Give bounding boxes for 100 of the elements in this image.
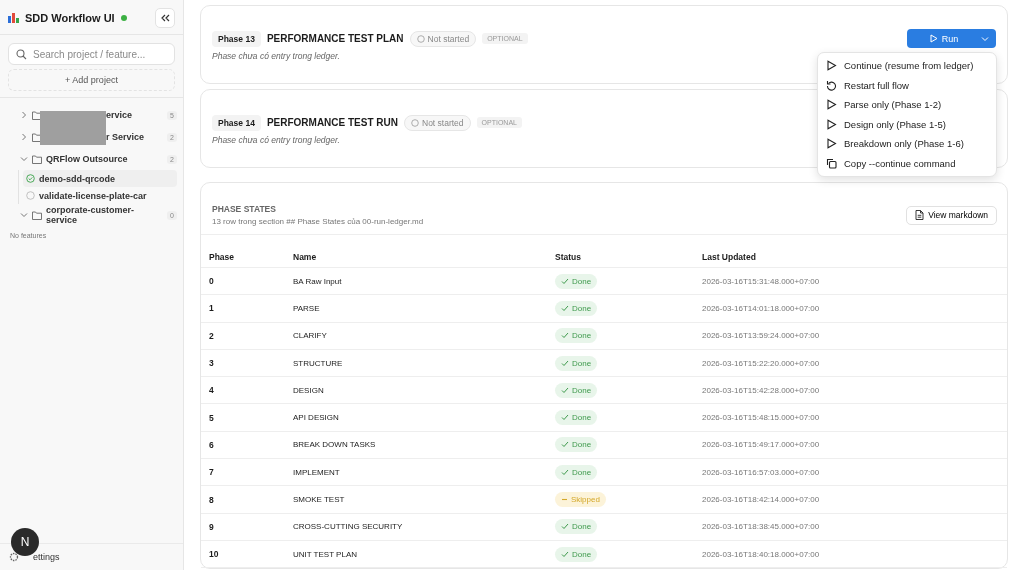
table-cell: UNIT TEST PLAN bbox=[285, 540, 547, 568]
project-name[interactable]: ervice bbox=[106, 110, 164, 120]
table-cell: 2026-03-16T18:42:14.000+07:00 bbox=[694, 485, 1007, 514]
search-field[interactable]: Search project / feature... bbox=[8, 43, 175, 65]
menu-item[interactable]: Copy --continue command bbox=[818, 153, 996, 173]
check-icon bbox=[561, 414, 569, 422]
redaction-block bbox=[40, 111, 106, 145]
table-cell: PARSE bbox=[285, 294, 547, 323]
feature-item[interactable]: demo-sdd-qrcode bbox=[23, 170, 177, 187]
folder-icon bbox=[32, 210, 42, 220]
menu-item[interactable]: Parse only (Phase 1-2) bbox=[818, 95, 996, 115]
table-cell: 2026-03-16T16:57:03.000+07:00 bbox=[694, 458, 1007, 486]
check-icon bbox=[561, 441, 569, 449]
status-text: Done bbox=[572, 385, 592, 395]
table-cell: 2026-03-16T18:38:45.000+07:00 bbox=[694, 513, 1007, 541]
chart-icon bbox=[8, 12, 19, 23]
status-text: Not started bbox=[427, 33, 470, 44]
status-text: Done bbox=[572, 549, 592, 559]
menu-item[interactable]: Design only (Phase 1-5) bbox=[818, 114, 996, 134]
play-icon bbox=[826, 138, 837, 150]
collapse-button[interactable] bbox=[155, 7, 175, 28]
folder-icon bbox=[32, 132, 42, 142]
status-text: Done bbox=[572, 522, 592, 532]
table-cell: IMPLEMENT bbox=[285, 458, 547, 486]
check-icon bbox=[561, 359, 569, 367]
check-icon bbox=[561, 523, 569, 531]
add-project-button[interactable]: + Add project bbox=[8, 69, 175, 91]
column-header: Status bbox=[547, 249, 694, 268]
play-icon bbox=[826, 60, 837, 72]
chevron-icon[interactable] bbox=[20, 111, 28, 119]
check-icon bbox=[561, 550, 569, 558]
check-icon bbox=[561, 386, 569, 394]
table-cell: 4 bbox=[201, 376, 285, 404]
status-text: Not started bbox=[422, 117, 464, 128]
table-cell: 7 bbox=[201, 458, 285, 486]
table-cell: 2026-03-16T15:42:28.000+07:00 bbox=[694, 376, 1007, 404]
table-cell: CLARIFY bbox=[285, 322, 547, 350]
feature-item[interactable]: validate-license-plate-car bbox=[23, 187, 177, 204]
status-text: Done bbox=[572, 276, 592, 286]
chevrons-left-icon bbox=[160, 13, 170, 22]
section-subtitle: 13 row trong section ## Phase States của 00-run-ledger.md bbox=[212, 217, 424, 226]
settings-icon[interactable] bbox=[9, 552, 19, 562]
restart-icon bbox=[826, 79, 837, 91]
column-header: Last Updated bbox=[694, 249, 1007, 268]
column-header: Name bbox=[285, 249, 547, 268]
avatar-button[interactable]: N bbox=[11, 528, 39, 556]
chevron-down-icon[interactable] bbox=[981, 35, 989, 42]
menu-item[interactable]: Continue (resume from ledger) bbox=[818, 56, 996, 76]
phase-title: PERFORMANCE TEST PLAN bbox=[266, 33, 404, 44]
run-button[interactable]: Run bbox=[907, 29, 996, 48]
status-text: Skipped bbox=[571, 495, 600, 504]
section-title: PHASE STATES bbox=[212, 204, 277, 214]
circle-icon bbox=[411, 118, 419, 127]
copy-icon bbox=[826, 157, 837, 169]
app-title: SDD Workflow UI bbox=[25, 11, 115, 24]
dash-icon bbox=[561, 496, 568, 503]
phase-title: PERFORMANCE TEST RUN bbox=[266, 117, 398, 128]
menu-item[interactable]: Restart full flow bbox=[818, 75, 996, 95]
table-cell: DESIGN bbox=[285, 376, 547, 404]
table-cell: 2026-03-16T13:59:24.000+07:00 bbox=[694, 322, 1007, 350]
menu-item[interactable]: Breakdown only (Phase 1-6) bbox=[818, 134, 996, 154]
phase-note: Phase chưa có entry trong ledger. bbox=[212, 134, 340, 145]
table-cell: 2026-03-16T15:48:15.000+07:00 bbox=[694, 404, 1007, 432]
table-cell: 2 bbox=[201, 322, 285, 350]
phase-badge: Phase 13 bbox=[212, 30, 261, 47]
table-cell: 6 bbox=[201, 431, 285, 459]
circle-icon bbox=[416, 34, 425, 43]
document-icon bbox=[915, 210, 925, 220]
folder-icon bbox=[32, 154, 42, 164]
table-cell: 8 bbox=[201, 485, 285, 514]
table-cell: CROSS-CUTTING SECURITY bbox=[285, 513, 547, 541]
status-text: Done bbox=[572, 331, 592, 341]
table-cell: 10 bbox=[201, 540, 285, 568]
folder-icon bbox=[32, 110, 42, 120]
table-cell: 3 bbox=[201, 349, 285, 377]
table-cell: BA Raw Input bbox=[285, 267, 547, 295]
check-icon bbox=[561, 332, 569, 340]
table-cell: BREAK DOWN TASKS bbox=[285, 431, 547, 459]
view-markdown-button[interactable]: View markdown bbox=[906, 205, 997, 225]
chevron-icon[interactable] bbox=[20, 133, 28, 141]
play-icon bbox=[826, 118, 837, 130]
status-dot bbox=[120, 14, 127, 21]
status-text: Done bbox=[572, 440, 592, 450]
status-text: Done bbox=[572, 413, 592, 423]
project-name[interactable]: r Service bbox=[106, 132, 164, 142]
project-name[interactable]: QRFlow Outsource bbox=[46, 154, 164, 164]
chevron-icon[interactable] bbox=[20, 211, 28, 219]
status-text: Done bbox=[572, 467, 592, 477]
chevron-icon[interactable] bbox=[20, 155, 28, 163]
table-cell: 0 bbox=[201, 267, 285, 295]
project-name[interactable]: corporate-customer-service bbox=[46, 205, 164, 225]
table-cell: API DESIGN bbox=[285, 404, 547, 432]
phase-note: Phase chưa có entry trong ledger. bbox=[212, 50, 340, 61]
play-icon bbox=[929, 34, 938, 43]
table-cell: 2026-03-16T15:22:20.000+07:00 bbox=[694, 349, 1007, 377]
phase-badge: Phase 14 bbox=[212, 114, 261, 131]
table-cell: 1 bbox=[201, 294, 285, 323]
table-cell: 2026-03-16T15:31:48.000+07:00 bbox=[694, 267, 1007, 295]
table-cell: 9 bbox=[201, 513, 285, 541]
table-cell: 2026-03-16T15:49:17.000+07:00 bbox=[694, 431, 1007, 459]
